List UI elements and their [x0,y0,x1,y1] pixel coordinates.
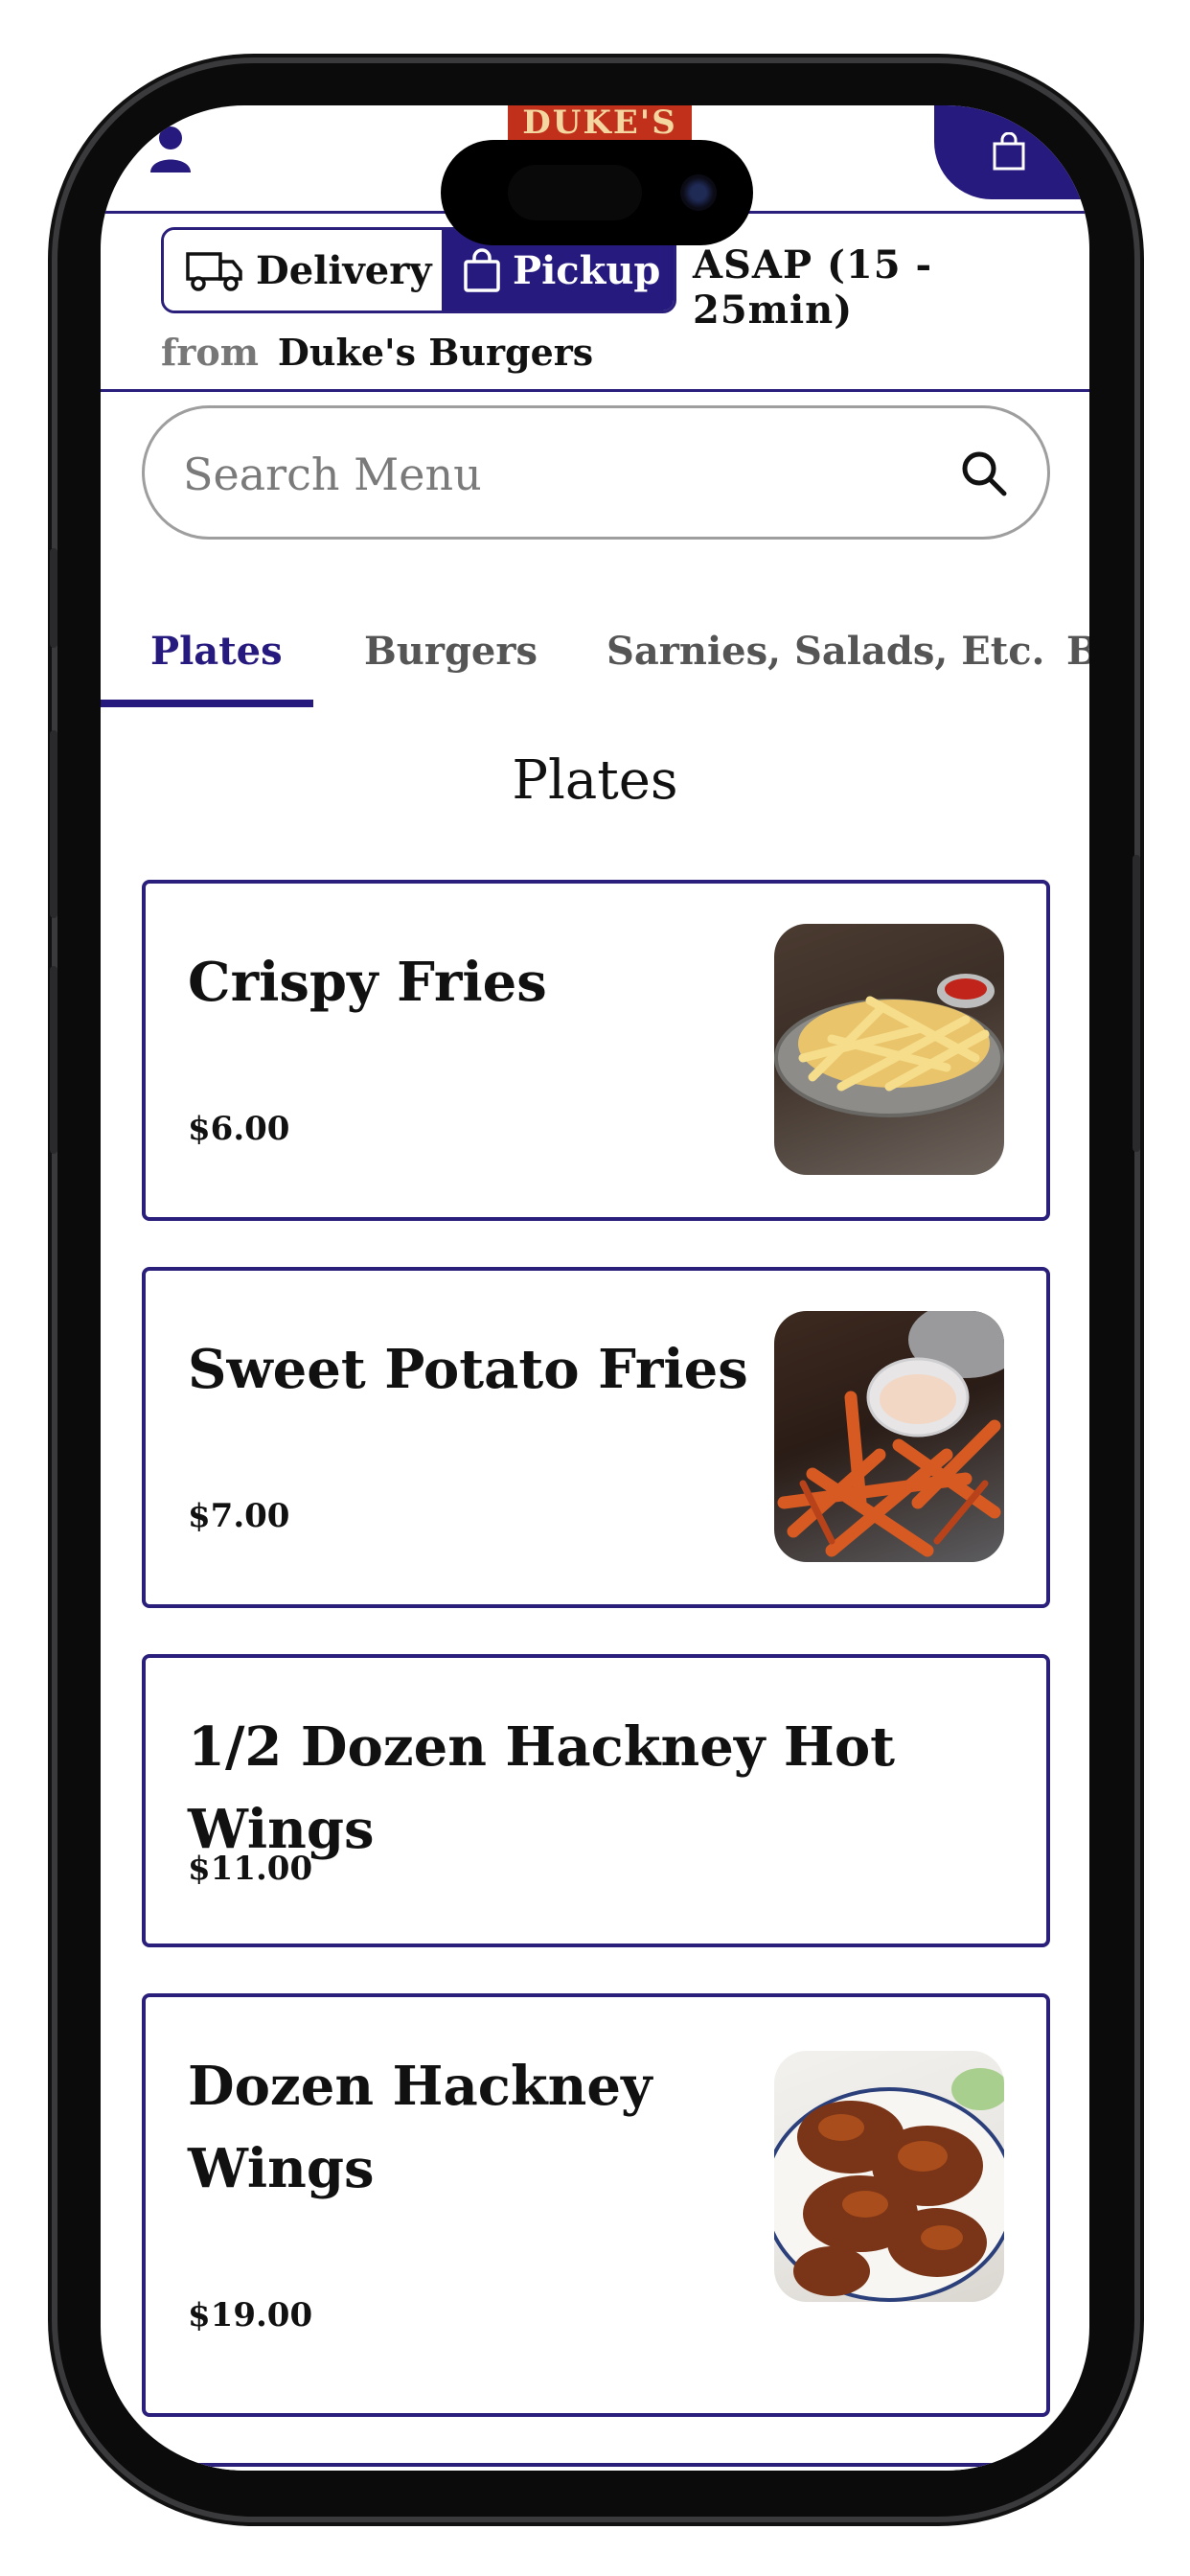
delivery-option[interactable]: Delivery [164,230,442,310]
app-screen: DUKE'S Delivery Pickup ASAP (15 - 25min)… [101,105,1089,2471]
delivery-label: Delivery [256,247,432,293]
section-title: Plates [512,749,678,812]
from-label: from [161,331,259,374]
search-bar [142,405,1050,540]
user-icon[interactable] [149,125,193,174]
search-icon[interactable] [959,448,1009,498]
menu-item-card[interactable]: Crispy Fries $6.00 [142,880,1050,1221]
item-price: $7.00 [188,1497,290,1535]
cart-button[interactable] [934,105,1089,199]
tab-burgers[interactable]: Burgers [364,629,538,674]
pickup-label: Pickup [513,247,661,293]
search-input[interactable] [183,437,930,512]
menu-item-card[interactable]: 1/2 Dozen Hackney Hot Wings $11.00 [142,1654,1050,1947]
store-line: from Duke's Burgers [161,331,593,374]
tab-sarnies-salads[interactable]: Sarnies, Salads, Etc. [606,629,1044,674]
shopping-bag-icon [993,132,1025,171]
hot-wings-photo [774,2051,1004,2302]
active-tab-indicator [101,700,313,707]
dynamic-island [441,140,753,245]
item-price: $6.00 [188,1110,290,1148]
front-camera [680,174,717,211]
store-name[interactable]: Duke's Burgers [278,331,593,374]
tab-plates[interactable]: Plates [150,629,283,674]
truck-icon [186,252,242,291]
menu-item-card[interactable]: Sweet Potato Fries $7.00 [142,1267,1050,1608]
volume-down-button [50,966,57,1154]
category-tabs: Plates Burgers Sarnies, Salads, Etc. B [101,602,1089,707]
volume-up-button [50,730,57,918]
item-name: Dozen Hackney [188,2055,652,2118]
brand-logo: DUKE'S [508,105,692,144]
pickup-time[interactable]: ASAP (15 - 25min) [693,242,1089,333]
tab-next-category[interactable]: B [1066,629,1089,674]
island-sensor [508,165,642,220]
item-name: Sweet Potato Fries [188,1338,748,1401]
item-price: $19.00 [188,2296,313,2334]
menu-item-card[interactable] [142,2463,1050,2471]
menu-item-card[interactable]: Dozen Hackney Wings $19.00 [142,1993,1050,2417]
item-name: Crispy Fries [188,951,547,1014]
action-button [50,548,57,648]
item-price: $11.00 [188,1850,313,1888]
side-button [1133,855,1140,1152]
crispy-fries-photo [774,924,1004,1175]
item-name: 1/2 Dozen Hackney Hot Wings [188,1715,896,1861]
shopping-bag-icon [464,248,500,292]
item-name: Wings [188,2137,375,2200]
sweet-potato-fries-photo [774,1311,1004,1562]
